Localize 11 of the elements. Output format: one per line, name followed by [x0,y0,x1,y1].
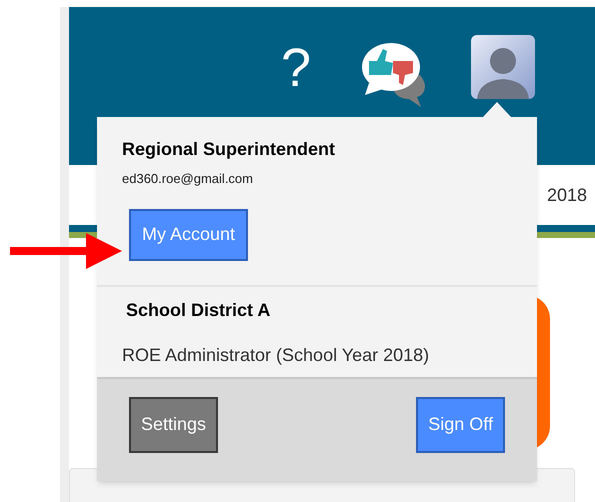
district-name: School District A [126,298,270,322]
avatar[interactable] [471,35,535,99]
user-role-title: Regional Superintendent [122,138,336,161]
role-text: ROE Administrator (School Year 2018) [122,344,430,367]
help-icon[interactable]: ? [280,41,311,95]
arrow-icon [10,230,122,272]
year-text: 2018 [546,184,587,206]
my-account-button[interactable]: My Account [129,208,248,260]
sign-off-button[interactable]: Sign Off [416,396,505,452]
settings-button[interactable]: Settings [129,396,218,452]
email-text: ed360.roe@gmail.com [122,170,253,188]
